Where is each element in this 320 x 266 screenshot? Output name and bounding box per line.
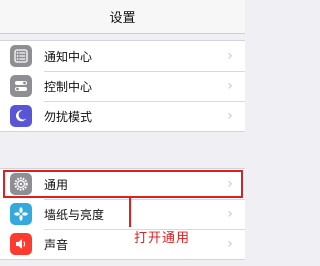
settings-item-do-not-disturb[interactable]: 勿扰模式 › bbox=[0, 101, 245, 131]
chevron-right-icon: › bbox=[227, 78, 233, 94]
chevron-right-icon: › bbox=[227, 48, 233, 64]
settings-item-label: 控制中心 bbox=[44, 79, 93, 94]
page-title: 设置 bbox=[109, 11, 136, 26]
settings-item-label: 勿扰模式 bbox=[44, 109, 93, 124]
control-center-icon bbox=[10, 75, 32, 97]
settings-item-label: 声音 bbox=[44, 237, 69, 252]
chevron-right-icon: › bbox=[227, 176, 233, 192]
annotation-label: 打开通用 bbox=[134, 231, 191, 246]
settings-item-general[interactable]: 通用 › bbox=[0, 169, 245, 199]
chevron-right-icon: › bbox=[227, 206, 233, 222]
gear-icon bbox=[10, 173, 32, 195]
moon-icon bbox=[10, 105, 32, 127]
notification-center-icon bbox=[10, 45, 32, 67]
settings-item-wallpaper-brightness[interactable]: 墙纸与亮度 › bbox=[0, 199, 245, 229]
wallpaper-icon bbox=[10, 203, 32, 225]
settings-group-2: 通用 › 墙纸与亮度 › 声音 › bbox=[0, 168, 245, 260]
settings-item-control-center[interactable]: 控制中心 › bbox=[0, 71, 245, 101]
annotation-pointer-line bbox=[129, 198, 131, 227]
settings-item-label: 通知中心 bbox=[44, 49, 93, 64]
chevron-right-icon: › bbox=[227, 236, 233, 252]
settings-item-sounds[interactable]: 声音 › bbox=[0, 229, 245, 259]
settings-item-notification-center[interactable]: 通知中心 › bbox=[0, 41, 245, 71]
chevron-right-icon: › bbox=[227, 108, 233, 124]
navigation-bar: 设置 bbox=[0, 0, 245, 34]
settings-group-1: 通知中心 › 控制中心 › 勿扰模式 › bbox=[0, 40, 245, 132]
settings-item-label: 通用 bbox=[44, 177, 69, 192]
settings-item-label: 墙纸与亮度 bbox=[44, 207, 105, 222]
sound-icon bbox=[10, 233, 32, 255]
